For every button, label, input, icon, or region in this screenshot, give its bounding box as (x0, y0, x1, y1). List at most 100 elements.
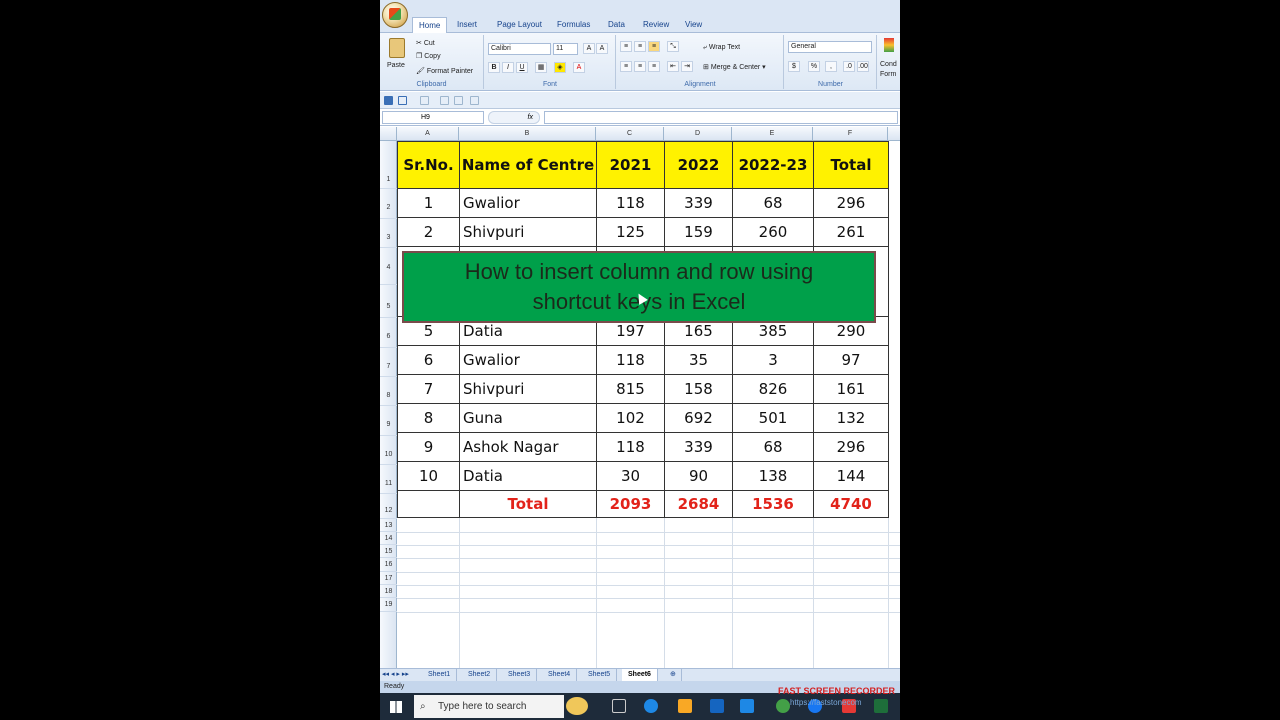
header-cell[interactable]: 2021 (596, 141, 665, 189)
table-cell[interactable]: 8 (397, 403, 460, 433)
align-top-icon[interactable]: ≡ (620, 41, 632, 52)
print-preview-icon[interactable] (440, 96, 449, 105)
tab-home[interactable]: Home (412, 17, 448, 33)
sheet-tab[interactable]: Sheet3 (502, 669, 538, 681)
align-center-icon[interactable]: ≡ (634, 61, 646, 72)
merge-center-button[interactable]: ⊞ Merge & Center ▾ (703, 62, 766, 73)
row-header[interactable]: 11 (380, 465, 397, 494)
number-format-combo[interactable]: General (788, 41, 872, 53)
header-cell[interactable]: 2022 (664, 141, 733, 189)
orientation-icon[interactable]: ⤡ (667, 41, 679, 52)
table-cell[interactable]: Gwalior (459, 188, 597, 218)
select-all-corner[interactable] (380, 127, 397, 141)
conditional-formatting-label-2[interactable]: Form (880, 69, 896, 80)
column-header-b[interactable]: B (459, 127, 596, 141)
tab-view[interactable]: View (679, 17, 708, 33)
row-header[interactable]: 5 (380, 285, 397, 318)
table-cell[interactable]: 9 (397, 432, 460, 462)
copy-button[interactable]: ❐ Copy (416, 51, 441, 62)
row-header[interactable]: 18 (380, 585, 397, 598)
sheet-tab[interactable]: Sheet1 (422, 669, 458, 681)
table-cell[interactable]: 161 (813, 374, 889, 404)
recorder-app-icon[interactable] (740, 699, 754, 713)
table-cell[interactable]: Guna (459, 403, 597, 433)
row-header[interactable]: 14 (380, 532, 397, 545)
row-header[interactable]: 17 (380, 572, 397, 585)
sheet-tab[interactable]: Sheet4 (542, 669, 578, 681)
undo-icon[interactable] (398, 96, 407, 105)
store-icon[interactable] (710, 699, 724, 713)
table-cell[interactable]: 339 (664, 188, 733, 218)
table-cell[interactable]: 35 (664, 345, 733, 375)
table-cell[interactable]: 68 (732, 432, 814, 462)
row-header[interactable]: 19 (380, 598, 397, 612)
edge-browser-icon[interactable] (644, 699, 658, 713)
shrink-font-icon[interactable]: A (596, 43, 608, 54)
save-icon[interactable] (384, 96, 393, 105)
currency-icon[interactable]: $ (788, 61, 800, 72)
table-cell[interactable]: 296 (813, 188, 889, 218)
table-cell[interactable]: 97 (813, 345, 889, 375)
task-view-icon[interactable] (612, 699, 626, 713)
column-header-f[interactable]: F (813, 127, 888, 141)
table-cell[interactable]: 692 (664, 403, 733, 433)
tab-page-layout[interactable]: Page Layout (491, 17, 548, 33)
table-cell[interactable]: Datia (459, 461, 597, 491)
excel-app-icon[interactable] (874, 699, 888, 713)
header-cell[interactable]: Total (813, 141, 889, 189)
table-cell[interactable]: 3 (732, 345, 814, 375)
increase-decimal-icon[interactable]: .0 (843, 61, 855, 72)
comma-icon[interactable]: , (825, 61, 837, 72)
align-bottom-icon[interactable]: ≡ (648, 41, 660, 52)
row-header[interactable]: 16 (380, 558, 397, 572)
table-cell[interactable]: Gwalior (459, 345, 597, 375)
italic-icon[interactable]: I (502, 62, 514, 73)
sheet-nav-arrows-icon[interactable]: ◂◂ ◂ ▸ ▸▸ (380, 669, 422, 681)
row-header[interactable]: 9 (380, 406, 397, 436)
name-box[interactable]: H9 (382, 111, 484, 124)
table-cell[interactable]: 132 (813, 403, 889, 433)
font-size-combo[interactable]: 11 (553, 43, 578, 55)
align-middle-icon[interactable]: ≡ (634, 41, 646, 52)
table-cell[interactable]: 118 (596, 345, 665, 375)
tab-insert[interactable]: Insert (451, 17, 483, 33)
sheet-tab-active[interactable]: Sheet6 (622, 669, 658, 681)
align-right-icon[interactable]: ≡ (648, 61, 660, 72)
tab-review[interactable]: Review (637, 17, 675, 33)
tab-data[interactable]: Data (602, 17, 631, 33)
sheet-tab[interactable]: Sheet2 (462, 669, 498, 681)
table-cell[interactable]: 7 (397, 374, 460, 404)
table-cell[interactable]: 118 (596, 432, 665, 462)
table-cell[interactable]: 144 (813, 461, 889, 491)
table-cell[interactable]: 501 (732, 403, 814, 433)
table-cell[interactable]: 118 (596, 188, 665, 218)
table-cell[interactable]: 30 (596, 461, 665, 491)
total-label[interactable]: Total (459, 490, 597, 518)
wrap-text-button[interactable]: ⤶ Wrap Text (703, 42, 740, 53)
table-cell[interactable]: 260 (732, 217, 814, 247)
table-cell[interactable]: 826 (732, 374, 814, 404)
total-cell[interactable]: 2093 (596, 490, 665, 518)
row-header[interactable]: 7 (380, 348, 397, 377)
table-cell[interactable]: 138 (732, 461, 814, 491)
cut-button[interactable]: ✂ Cut (416, 38, 435, 49)
fill-color-icon[interactable]: ◈ (554, 62, 566, 73)
underline-icon[interactable]: U (516, 62, 528, 73)
tab-formulas[interactable]: Formulas (551, 17, 596, 33)
font-color-icon[interactable]: A (573, 62, 585, 73)
cake-icon[interactable] (566, 697, 588, 715)
row-header[interactable]: 13 (380, 519, 397, 532)
column-header-c[interactable]: C (596, 127, 664, 141)
table-cell[interactable] (397, 490, 460, 518)
header-cell[interactable]: Sr.No. (397, 141, 460, 189)
table-cell[interactable]: 261 (813, 217, 889, 247)
row-header[interactable]: 10 (380, 436, 397, 465)
sheet-tab[interactable]: Sheet5 (582, 669, 618, 681)
total-cell[interactable]: 1536 (732, 490, 814, 518)
table-cell[interactable]: 102 (596, 403, 665, 433)
table-cell[interactable]: Shivpuri (459, 217, 597, 247)
formula-input[interactable] (544, 111, 898, 124)
table-cell[interactable]: 296 (813, 432, 889, 462)
table-cell[interactable]: Shivpuri (459, 374, 597, 404)
customize-qat-icon[interactable] (470, 96, 479, 105)
